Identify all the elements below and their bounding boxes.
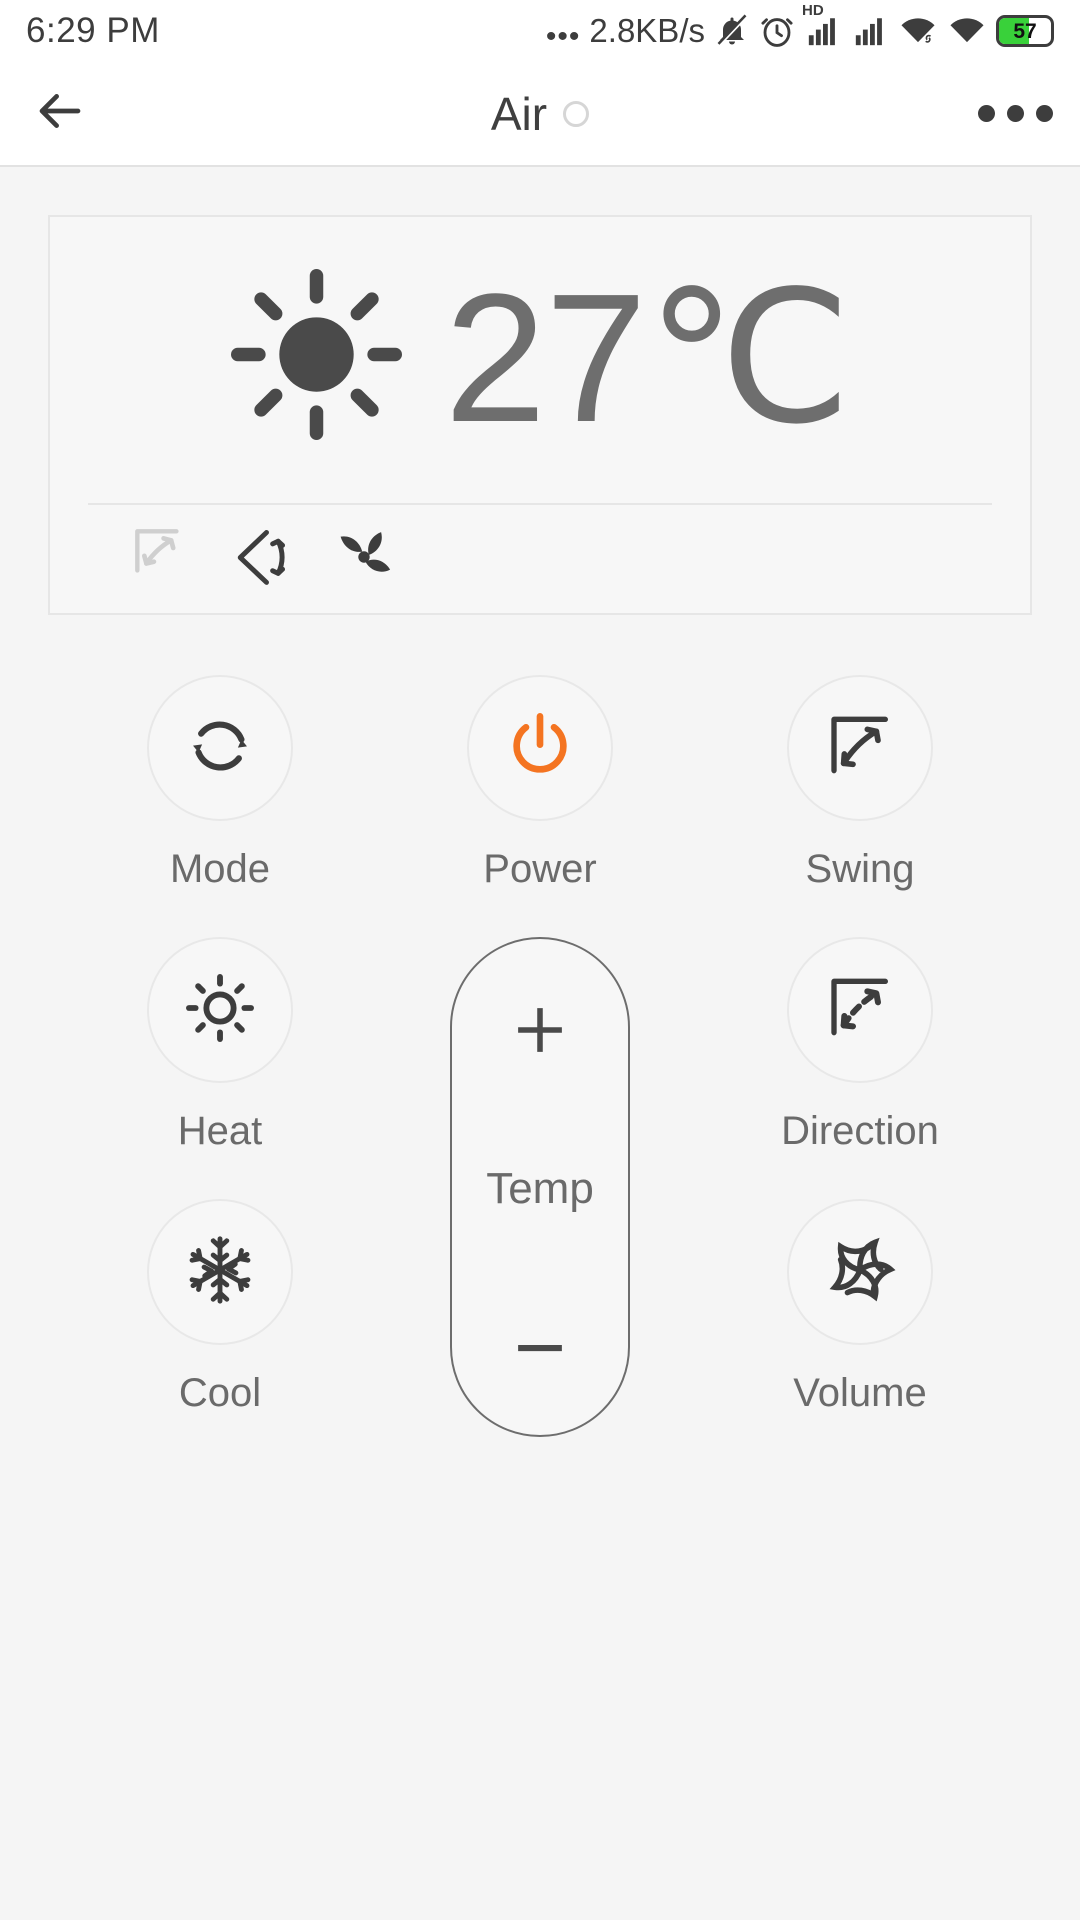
display-card-main: 27℃ — [50, 217, 1030, 503]
swing-icon — [820, 706, 900, 791]
network-speed-label: 2.8KB/s — [589, 12, 705, 49]
control-label-mode: Mode — [169, 847, 271, 891]
temp-decrease-button[interactable] — [505, 1313, 575, 1383]
wifi-icon — [947, 14, 987, 48]
control-grid: Mode Power Swing Heat Direction Cool Vol… — [0, 675, 1080, 1461]
power-icon — [500, 706, 580, 791]
cool-button-circle[interactable] — [147, 1199, 293, 1345]
control-label-direction: Direction — [781, 1109, 939, 1153]
overflow-menu-icon — [1006, 105, 1024, 122]
battery-percent-label: 57 — [1013, 19, 1037, 43]
control-button-mode[interactable]: Mode — [60, 675, 380, 937]
signal-icon — [851, 14, 889, 48]
fan-status-icon — [328, 521, 400, 598]
mode-refresh-icon — [181, 707, 259, 790]
direction-button-circle[interactable] — [787, 937, 933, 1083]
display-card-status-icons — [50, 505, 1030, 613]
app-bar-title-group: Air — [0, 62, 1080, 165]
overflow-menu-icon — [1035, 105, 1053, 122]
control-label-cool: Cool — [178, 1371, 262, 1415]
hd-signal-icon: HD — [802, 2, 842, 48]
back-button[interactable] — [0, 84, 120, 143]
control-button-power[interactable]: Power — [380, 675, 700, 937]
control-label-volume: Volume — [793, 1371, 927, 1415]
control-button-swing[interactable]: Swing — [700, 675, 1020, 937]
alarm-icon — [759, 12, 795, 50]
control-label-power: Power — [483, 847, 597, 891]
mode-button-circle[interactable] — [147, 675, 293, 821]
heat-button-circle[interactable] — [147, 937, 293, 1083]
status-bar: 6:29 PM ••• 2.8KB/s HD 57 — [0, 0, 1080, 62]
status-bar-time: 6:29 PM — [26, 11, 160, 50]
direction-status-icon — [228, 522, 298, 597]
temp-increase-button[interactable] — [505, 995, 575, 1065]
volume-button-circle[interactable] — [787, 1199, 933, 1345]
control-label-swing: Swing — [805, 847, 915, 891]
overflow-menu-icon — [977, 105, 995, 122]
status-bar-icons: ••• 2.8KB/s HD 57 — [545, 2, 1054, 53]
swing-status-icon — [128, 522, 198, 597]
overflow-menu-button[interactable] — [950, 105, 1080, 122]
wifi-link-icon — [898, 14, 938, 48]
control-button-direction[interactable]: Direction — [700, 937, 1020, 1199]
back-arrow-icon — [30, 84, 90, 143]
control-button-heat[interactable]: Heat — [60, 937, 380, 1199]
display-card: 27℃ — [48, 215, 1032, 615]
battery-icon: 57 — [996, 15, 1054, 47]
snowflake-icon — [181, 1231, 259, 1314]
direction-icon — [820, 968, 900, 1053]
swing-button-circle[interactable] — [787, 675, 933, 821]
connection-status-dot — [563, 100, 590, 127]
network-dots-icon: ••• — [545, 20, 581, 53]
control-button-cool[interactable]: Cool — [60, 1199, 380, 1461]
volume-pinwheel-icon — [817, 1227, 903, 1318]
hd-label: HD — [802, 2, 824, 19]
temp-stepper[interactable]: Temp — [450, 937, 630, 1437]
sun-filled-icon — [229, 267, 404, 447]
app-bar: Air — [0, 62, 1080, 167]
current-temperature: 27℃ — [444, 254, 851, 460]
temp-stepper-label: Temp — [486, 1164, 594, 1213]
heat-sun-icon — [182, 970, 258, 1051]
mute-icon — [714, 11, 750, 51]
power-button-circle[interactable] — [467, 675, 613, 821]
control-label-heat: Heat — [177, 1109, 263, 1153]
page-title: Air — [490, 87, 548, 140]
control-button-volume[interactable]: Volume — [700, 1199, 1020, 1461]
